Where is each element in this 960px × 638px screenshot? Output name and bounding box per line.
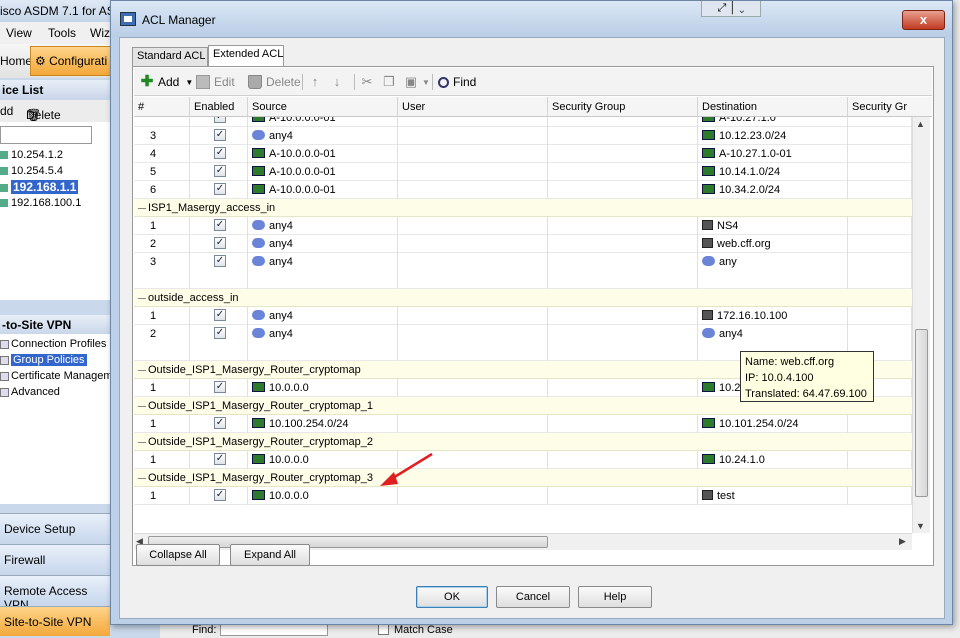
annotation-arrow-layer [380,452,433,486]
red-annotation-arrow [380,452,433,486]
